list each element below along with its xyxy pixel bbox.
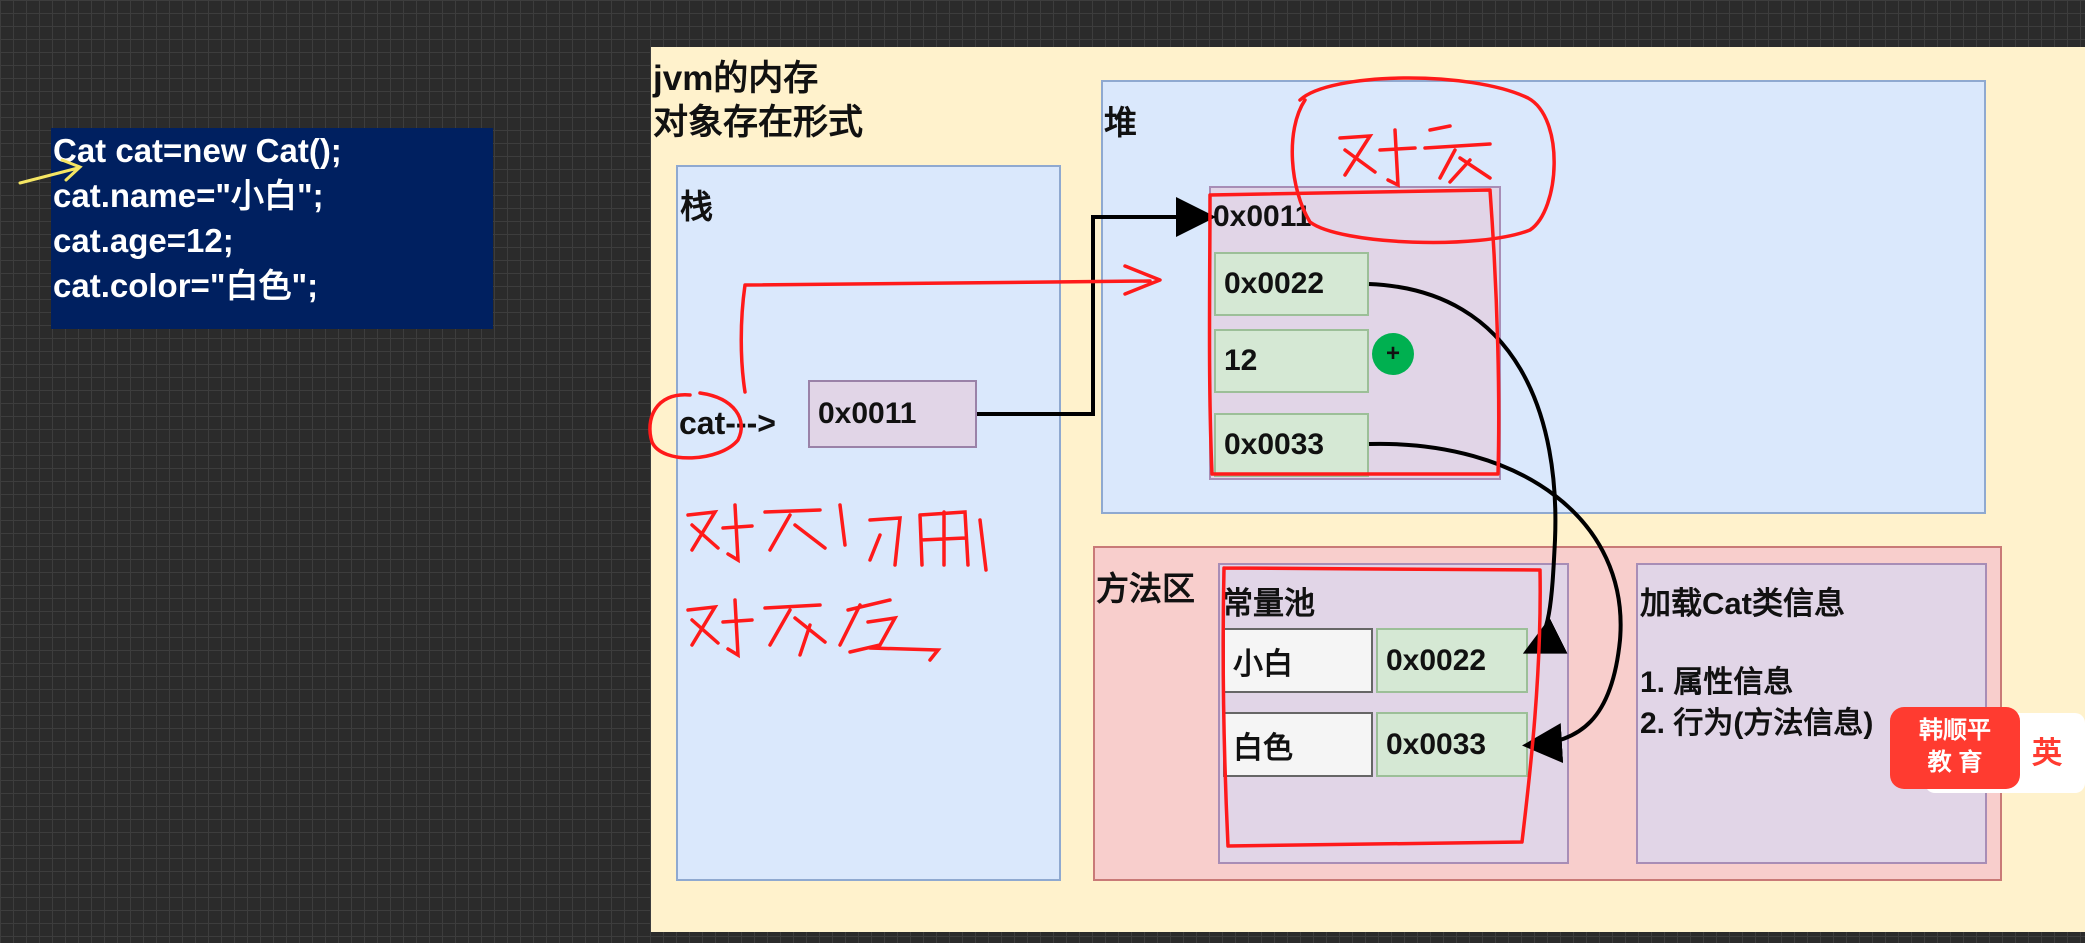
cat-circle-annotation	[648, 391, 743, 460]
constant-pool-outline-annotation	[1221, 566, 1542, 848]
stack-to-heap-connector	[977, 197, 1216, 416]
annotation-overlay	[18, 76, 1623, 848]
handwriting-object-icon	[1338, 124, 1492, 188]
name-field-connector	[1368, 282, 1568, 654]
reference-arrow-annotation	[739, 264, 1162, 394]
color-field-connector	[1368, 441, 1623, 764]
handwriting-reference-icon	[686, 503, 988, 572]
heap-object-outline-annotation	[1207, 188, 1501, 476]
handwriting-object-name-icon	[686, 598, 942, 662]
object-circle-annotation	[1290, 76, 1556, 245]
pointer-arrow-icon	[18, 158, 83, 185]
